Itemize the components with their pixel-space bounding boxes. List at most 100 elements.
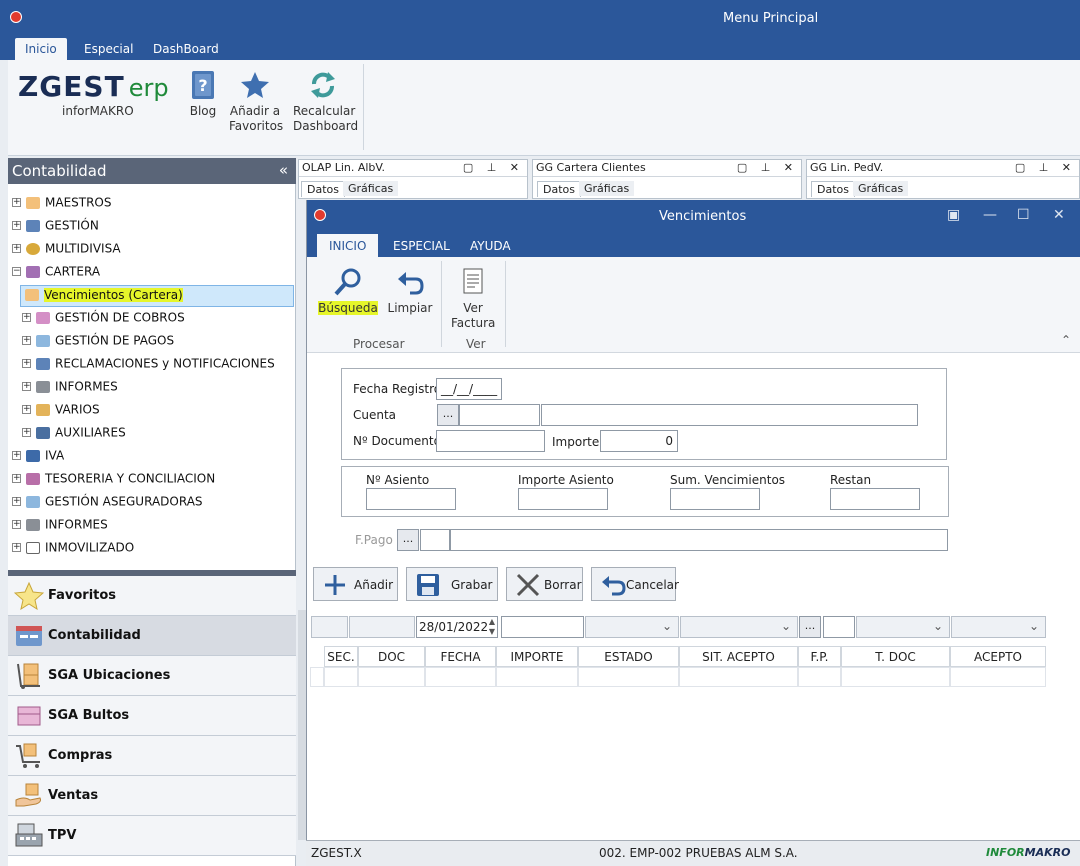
table-cell[interactable]: [798, 667, 841, 687]
column-header-sit-acepto[interactable]: SIT. ACEPTO: [679, 646, 798, 667]
filter-lookup-button[interactable]: ...: [799, 616, 821, 638]
column-header-fecha[interactable]: FECHA: [425, 646, 496, 667]
tree-expand-icon[interactable]: +: [12, 520, 21, 529]
numero-asiento-input[interactable]: [366, 488, 456, 510]
tab-inicio[interactable]: INICIO: [317, 234, 379, 257]
forma-pago-code-input[interactable]: [420, 529, 450, 551]
column-header-importe[interactable]: IMPORTE: [496, 646, 578, 667]
column-header-doc[interactable]: DOC: [358, 646, 425, 667]
tree-expand-icon[interactable]: +: [12, 543, 21, 552]
nav-contabilidad[interactable]: Contabilidad: [8, 616, 296, 656]
tree-expand-icon[interactable]: +: [12, 244, 21, 253]
minimize-icon[interactable]: —: [983, 207, 997, 223]
cuenta-name-input[interactable]: [541, 404, 918, 426]
collapse-panel-button[interactable]: «: [279, 161, 288, 179]
restan-input[interactable]: [830, 488, 920, 510]
tree-expand-icon[interactable]: +: [22, 382, 31, 391]
tree-item-gestion-cobros[interactable]: + GESTIÓN DE COBROS: [22, 310, 185, 330]
filter-cell-2[interactable]: [349, 616, 415, 638]
tree-item-multidivisa[interactable]: + MULTIDIVISA: [12, 241, 121, 261]
column-header-tdoc[interactable]: T. DOC: [841, 646, 950, 667]
nav-sga-ubicaciones[interactable]: SGA Ubicaciones: [8, 656, 296, 696]
dock-tab-graficas[interactable]: Gráficas: [853, 181, 909, 196]
numero-documento-input[interactable]: [436, 430, 545, 452]
column-header-sec[interactable]: SEC.: [324, 646, 358, 667]
cuenta-lookup-button[interactable]: ...: [437, 404, 459, 426]
forma-pago-lookup-button[interactable]: ...: [397, 529, 419, 551]
tree-item-maestros[interactable]: + MAESTROS: [12, 195, 112, 215]
nav-ventas[interactable]: Ventas: [8, 776, 296, 816]
importe-asiento-input[interactable]: [518, 488, 608, 510]
tab-ayuda[interactable]: AYUDA: [458, 234, 523, 257]
filter-dropdown-1[interactable]: ⌄: [585, 616, 679, 638]
close-icon[interactable]: ✕: [1053, 207, 1065, 223]
tree-expand-icon[interactable]: +: [12, 497, 21, 506]
tree-expand-icon[interactable]: +: [22, 428, 31, 437]
forma-pago-name-input[interactable]: [450, 529, 948, 551]
dock-window-buttons[interactable]: ▢ ⊥ ✕: [463, 161, 524, 174]
dock-tab-graficas[interactable]: Gráficas: [343, 181, 399, 196]
dock-tab-datos[interactable]: Datos: [537, 181, 581, 197]
dock-tab-datos[interactable]: Datos: [301, 181, 345, 197]
cuenta-code-input[interactable]: [459, 404, 540, 426]
tree-item-informes[interactable]: + INFORMES: [12, 517, 108, 537]
nav-sga-bultos[interactable]: SGA Bultos: [8, 696, 296, 736]
tree-expand-icon[interactable]: +: [12, 474, 21, 483]
limpiar-button[interactable]: Limpiar: [387, 267, 433, 316]
tree-item-tesoreria[interactable]: + TESORERIA Y CONCILIACION: [12, 471, 215, 491]
collapse-ribbon-icon[interactable]: ⌃: [1061, 333, 1071, 347]
anadir-button[interactable]: Añadir: [313, 567, 398, 601]
dock-tab-graficas[interactable]: Gráficas: [579, 181, 635, 196]
table-cell[interactable]: [496, 667, 578, 687]
tree-item-gestion-aseguradoras[interactable]: + GESTIÓN ASEGURADORAS: [12, 494, 203, 514]
restore-icon[interactable]: ▣: [947, 207, 960, 223]
column-header-fp[interactable]: F.P.: [798, 646, 841, 667]
tab-especial[interactable]: Especial: [74, 38, 143, 60]
table-cell[interactable]: [679, 667, 798, 687]
spinner-icon[interactable]: ▲ ▼: [489, 617, 495, 637]
tree-item-cartera[interactable]: − CARTERA: [12, 264, 100, 284]
column-header-acepto[interactable]: ACEPTO: [950, 646, 1046, 667]
dock-window-buttons[interactable]: ▢ ⊥ ✕: [1015, 161, 1076, 174]
filter-text-input[interactable]: [501, 616, 584, 638]
tab-especial[interactable]: ESPECIAL: [381, 234, 462, 257]
tree-expand-icon[interactable]: +: [22, 359, 31, 368]
table-cell[interactable]: [841, 667, 950, 687]
tree-item-informes-cartera[interactable]: + INFORMES: [22, 379, 118, 399]
table-cell[interactable]: [324, 667, 358, 687]
dock-window-buttons[interactable]: ▢ ⊥ ✕: [737, 161, 798, 174]
filter-cell-1[interactable]: [311, 616, 348, 638]
add-favorites-button[interactable]: Añadir a Favoritos: [229, 70, 283, 134]
table-cell[interactable]: [358, 667, 425, 687]
busqueda-button[interactable]: Búsqueda: [315, 267, 381, 316]
importe-input[interactable]: 0: [600, 430, 678, 452]
filter-dropdown-2[interactable]: ⌄: [680, 616, 798, 638]
tree-item-iva[interactable]: + IVA: [12, 448, 64, 468]
tree-item-inmovilizado[interactable]: + INMOVILIZADO: [12, 540, 134, 560]
fecha-registro-input[interactable]: __/__/____: [436, 378, 502, 400]
table-cell[interactable]: [950, 667, 1046, 687]
tree-expand-icon[interactable]: +: [22, 405, 31, 414]
tree-item-reclamaciones[interactable]: + RECLAMACIONES y NOTIFICACIONES: [22, 356, 275, 376]
filter-date-picker[interactable]: 28/01/2022 ▲ ▼: [416, 616, 498, 638]
tree-collapse-icon[interactable]: −: [12, 267, 21, 276]
nav-favoritos[interactable]: Favoritos: [8, 576, 296, 616]
table-cell[interactable]: [310, 667, 324, 687]
recalculate-dashboard-button[interactable]: Recalcular Dashboard: [293, 70, 358, 134]
blog-button[interactable]: ? Blog: [186, 70, 220, 119]
tab-dashboard[interactable]: DashBoard: [143, 38, 229, 60]
dock-tab-datos[interactable]: Datos: [811, 181, 855, 197]
column-header-estado[interactable]: ESTADO: [578, 646, 679, 667]
filter-code-input[interactable]: [823, 616, 855, 638]
filter-dropdown-3[interactable]: ⌄: [856, 616, 950, 638]
tree-item-gestion[interactable]: + GESTIÓN: [12, 218, 99, 238]
nav-tpv[interactable]: TPV: [8, 816, 296, 856]
tree-item-varios[interactable]: + VARIOS: [22, 402, 100, 422]
table-cell[interactable]: [425, 667, 496, 687]
tree-item-auxiliares[interactable]: + AUXILIARES: [22, 425, 126, 445]
tree-expand-icon[interactable]: +: [12, 198, 21, 207]
borrar-button[interactable]: Borrar: [506, 567, 583, 601]
table-cell[interactable]: [578, 667, 679, 687]
tree-expand-icon[interactable]: +: [12, 451, 21, 460]
tree-expand-icon[interactable]: +: [22, 313, 31, 322]
